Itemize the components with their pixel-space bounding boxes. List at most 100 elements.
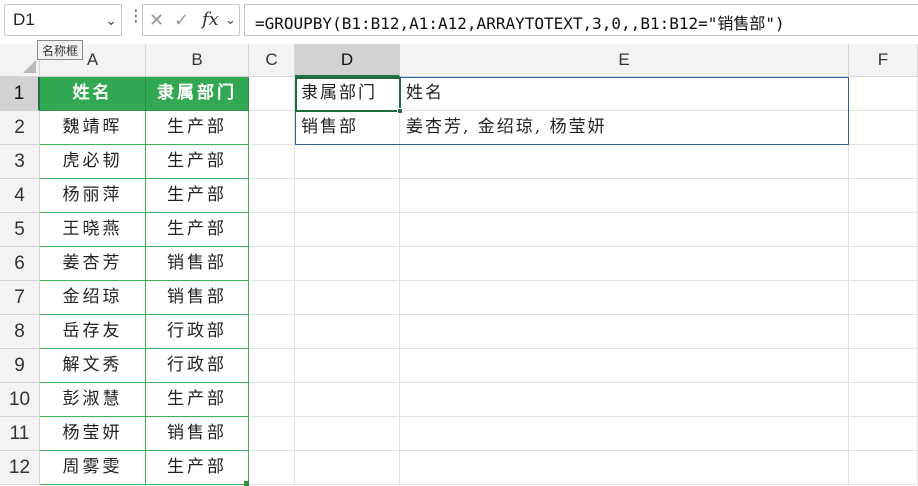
cell-d12[interactable] bbox=[295, 451, 400, 485]
cell-f4[interactable] bbox=[849, 179, 918, 213]
cell-f1[interactable] bbox=[849, 77, 918, 111]
row-header-5[interactable]: 5 bbox=[0, 213, 40, 247]
cell-d7[interactable] bbox=[295, 281, 400, 315]
cell-c12[interactable] bbox=[249, 451, 295, 485]
cell-d2[interactable]: 销售部 bbox=[295, 111, 400, 145]
cell-e7[interactable] bbox=[400, 281, 849, 315]
cell-d9[interactable] bbox=[295, 349, 400, 383]
row-header-6[interactable]: 6 bbox=[0, 247, 40, 281]
cell-c6[interactable] bbox=[249, 247, 295, 281]
cell-a1[interactable]: 姓名 bbox=[40, 77, 146, 111]
cell-f10[interactable] bbox=[849, 383, 918, 417]
row-header-3[interactable]: 3 bbox=[0, 145, 40, 179]
cell-b4[interactable]: 生产部 bbox=[146, 179, 249, 213]
cell-e8[interactable] bbox=[400, 315, 849, 349]
cell-a7[interactable]: 金绍琼 bbox=[40, 281, 146, 315]
cell-c11[interactable] bbox=[249, 417, 295, 451]
column-header-b[interactable]: B bbox=[146, 44, 249, 77]
column-header-e[interactable]: E bbox=[400, 44, 849, 77]
cell-c5[interactable] bbox=[249, 213, 295, 247]
cell-d3[interactable] bbox=[295, 145, 400, 179]
row-header-11[interactable]: 11 bbox=[0, 417, 40, 451]
cell-a6[interactable]: 姜杏芳 bbox=[40, 247, 146, 281]
cell-c8[interactable] bbox=[249, 315, 295, 349]
cell-d5[interactable] bbox=[295, 213, 400, 247]
cell-b2[interactable]: 生产部 bbox=[146, 111, 249, 145]
formula-bar: D1 ⌄ ⋮ ✕ ✓ fx ⌄ =GROUPBY(B1:B12,A1:A12,A… bbox=[0, 0, 918, 42]
chevron-down-icon[interactable]: ⌄ bbox=[225, 12, 236, 28]
cell-b6[interactable]: 销售部 bbox=[146, 247, 249, 281]
cell-c9[interactable] bbox=[249, 349, 295, 383]
table-resize-handle[interactable] bbox=[244, 481, 249, 486]
cell-b3[interactable]: 生产部 bbox=[146, 145, 249, 179]
row-header-9[interactable]: 9 bbox=[0, 349, 40, 383]
cell-b12[interactable]: 生产部 bbox=[146, 451, 249, 485]
name-box[interactable]: D1 ⌄ bbox=[4, 4, 122, 36]
formula-buttons: ✕ ✓ fx ⌄ bbox=[142, 4, 240, 36]
chevron-down-icon[interactable]: ⌄ bbox=[105, 12, 117, 29]
row-header-4[interactable]: 4 bbox=[0, 179, 40, 213]
cell-d1[interactable]: 隶属部门 bbox=[295, 77, 400, 111]
column-header-d[interactable]: D bbox=[295, 44, 400, 77]
cell-f12[interactable] bbox=[849, 451, 918, 485]
cell-a9[interactable]: 解文秀 bbox=[40, 349, 146, 383]
cell-f8[interactable] bbox=[849, 315, 918, 349]
cell-c1[interactable] bbox=[249, 77, 295, 111]
row-header-1[interactable]: 1 bbox=[0, 77, 40, 111]
cell-f2[interactable] bbox=[849, 111, 918, 145]
row-header-7[interactable]: 7 bbox=[0, 281, 40, 315]
cell-e1[interactable]: 姓名 bbox=[400, 77, 849, 111]
column-header-c[interactable]: C bbox=[249, 44, 295, 77]
cell-e4[interactable] bbox=[400, 179, 849, 213]
row-header-8[interactable]: 8 bbox=[0, 315, 40, 349]
cell-f11[interactable] bbox=[849, 417, 918, 451]
cell-c7[interactable] bbox=[249, 281, 295, 315]
cell-b7[interactable]: 销售部 bbox=[146, 281, 249, 315]
cell-a4[interactable]: 杨丽萍 bbox=[40, 179, 146, 213]
cell-c4[interactable] bbox=[249, 179, 295, 213]
cell-f6[interactable] bbox=[849, 247, 918, 281]
check-icon[interactable]: ✓ bbox=[174, 10, 189, 31]
cell-e10[interactable] bbox=[400, 383, 849, 417]
cell-f9[interactable] bbox=[849, 349, 918, 383]
x-icon[interactable]: ✕ bbox=[149, 10, 164, 31]
cell-a8[interactable]: 岳存友 bbox=[40, 315, 146, 349]
cell-e2[interactable]: 姜杏芳, 金绍琼, 杨莹妍 bbox=[400, 111, 849, 145]
cell-e9[interactable] bbox=[400, 349, 849, 383]
cell-d8[interactable] bbox=[295, 315, 400, 349]
cell-e6[interactable] bbox=[400, 247, 849, 281]
cell-d6[interactable] bbox=[295, 247, 400, 281]
cell-e5[interactable] bbox=[400, 213, 849, 247]
cell-d4[interactable] bbox=[295, 179, 400, 213]
cell-f3[interactable] bbox=[849, 145, 918, 179]
cell-b9[interactable]: 行政部 bbox=[146, 349, 249, 383]
cell-a3[interactable]: 虎必韧 bbox=[40, 145, 146, 179]
cell-d10[interactable] bbox=[295, 383, 400, 417]
formula-input[interactable]: =GROUPBY(B1:B12,A1:A12,ARRAYTOTEXT,3,0,,… bbox=[244, 4, 918, 36]
cell-a11[interactable]: 杨莹妍 bbox=[40, 417, 146, 451]
cell-e3[interactable] bbox=[400, 145, 849, 179]
cell-b5[interactable]: 生产部 bbox=[146, 213, 249, 247]
cell-c2[interactable] bbox=[249, 111, 295, 145]
row-header-2[interactable]: 2 bbox=[0, 111, 40, 145]
cell-f5[interactable] bbox=[849, 213, 918, 247]
insert-function-button[interactable]: fx bbox=[202, 9, 219, 30]
cell-c3[interactable] bbox=[249, 145, 295, 179]
cell-b11[interactable]: 销售部 bbox=[146, 417, 249, 451]
cell-e12[interactable] bbox=[400, 451, 849, 485]
cell-c10[interactable] bbox=[249, 383, 295, 417]
cell-d11[interactable] bbox=[295, 417, 400, 451]
select-all-button[interactable] bbox=[0, 44, 40, 77]
cell-e11[interactable] bbox=[400, 417, 849, 451]
cell-a5[interactable]: 王晓燕 bbox=[40, 213, 146, 247]
row-header-10[interactable]: 10 bbox=[0, 383, 40, 417]
cell-b1[interactable]: 隶属部门 bbox=[146, 77, 249, 111]
row-header-12[interactable]: 12 bbox=[0, 451, 40, 485]
cell-a12[interactable]: 周雾雯 bbox=[40, 451, 146, 485]
cell-a10[interactable]: 彭淑慧 bbox=[40, 383, 146, 417]
cell-f7[interactable] bbox=[849, 281, 918, 315]
cell-a2[interactable]: 魏靖晖 bbox=[40, 111, 146, 145]
cell-b10[interactable]: 生产部 bbox=[146, 383, 249, 417]
column-header-f[interactable]: F bbox=[849, 44, 918, 77]
cell-b8[interactable]: 行政部 bbox=[146, 315, 249, 349]
